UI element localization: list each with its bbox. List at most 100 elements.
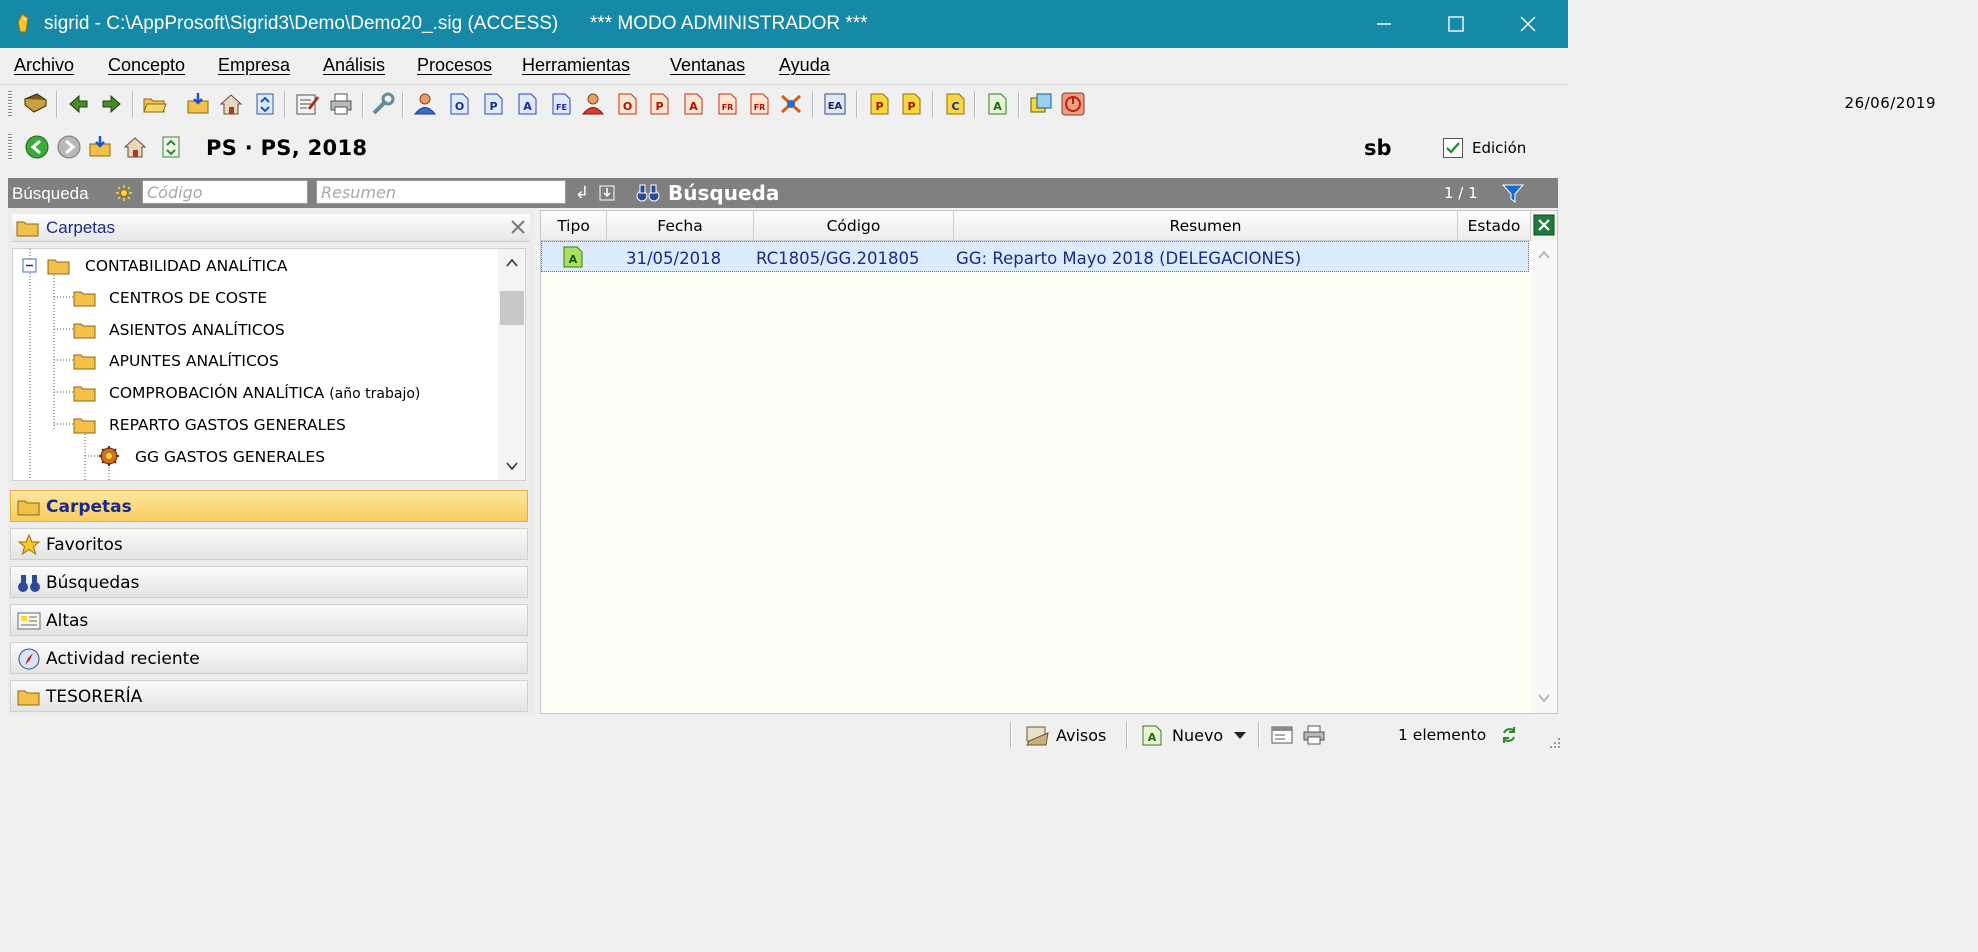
menu-empresa[interactable]: Empresa (218, 55, 290, 76)
refresh-icon[interactable] (1500, 725, 1518, 745)
collapse-icon[interactable] (22, 258, 38, 274)
folder-icon (17, 500, 40, 516)
doc-o-red-icon[interactable]: O (614, 91, 640, 117)
tree-scrollbar[interactable] (498, 249, 525, 480)
menu-ventanas[interactable]: Ventanas (670, 55, 745, 76)
notices-icon[interactable] (1024, 723, 1050, 747)
doc-a-blue-icon[interactable]: A (514, 91, 540, 117)
doc-p-yellow2-icon[interactable]: P (898, 91, 924, 117)
nav-busquedas[interactable]: Búsquedas (10, 566, 528, 598)
close-panel-icon[interactable] (510, 219, 526, 235)
binoculars-icon (18, 575, 40, 592)
new-doc-icon[interactable]: A (1140, 723, 1164, 747)
cell-resumen: GG: Reparto Mayo 2018 (DELEGACIONES) (956, 249, 1302, 268)
scroll-up-icon[interactable] (505, 257, 519, 269)
tree-node-contabilidad[interactable]: CONTABILIDAD ANALÍTICA (85, 257, 288, 275)
menu-analisis[interactable]: Análisis (323, 55, 385, 76)
enter-icon[interactable]: ↲ (575, 183, 589, 203)
notices-label[interactable]: Avisos (1056, 726, 1106, 745)
edit-document-icon[interactable] (294, 91, 320, 117)
doc-p-blue-icon[interactable]: P (480, 91, 506, 117)
export-excel-button[interactable] (1531, 211, 1557, 241)
print-icon[interactable] (1302, 724, 1326, 746)
forward-circle-icon[interactable] (56, 134, 82, 160)
doc-fr2-red-icon[interactable]: FR (746, 91, 772, 117)
search-title: Búsqueda (668, 181, 780, 205)
menu-ayuda[interactable]: Ayuda (779, 55, 830, 76)
tree-node-asientos[interactable]: ASIENTOS ANALÍTICOS (109, 321, 285, 339)
tree-node-apuntes[interactable]: APUNTES ANALÍTICOS (109, 352, 279, 370)
close-button[interactable] (1492, 0, 1564, 48)
nav-actividad-label: Actividad reciente (46, 649, 200, 669)
open-folder-icon[interactable] (142, 91, 168, 117)
refresh-page-icon[interactable] (252, 91, 278, 117)
folder-icon (73, 323, 96, 339)
doc-c-yellow-icon[interactable]: C (942, 91, 968, 117)
scroll-down-icon[interactable] (505, 460, 519, 472)
users-icon[interactable] (412, 91, 438, 117)
nav-altas[interactable]: Altas (10, 604, 528, 636)
windows-icon[interactable] (1028, 91, 1054, 117)
tools-icon[interactable] (370, 91, 396, 117)
menu-herramientas[interactable]: Herramientas (522, 55, 630, 76)
forward-icon[interactable] (98, 91, 124, 117)
window-icon[interactable] (1270, 724, 1294, 746)
col-header-fecha[interactable]: Fecha (607, 211, 754, 241)
doc-ea-icon[interactable]: EA (822, 91, 848, 117)
tree-node-reparto[interactable]: REPARTO GASTOS GENERALES (109, 416, 346, 434)
resize-grip-icon[interactable] (1546, 734, 1562, 750)
col-header-codigo[interactable]: Código (754, 211, 954, 241)
import-folder-icon-2[interactable] (88, 134, 114, 160)
col-header-resumen[interactable]: Resumen (954, 211, 1458, 241)
new-label[interactable]: Nuevo (1172, 726, 1223, 745)
grid-scrollbar[interactable] (1531, 241, 1557, 713)
svg-text:P: P (907, 100, 915, 113)
back-circle-icon[interactable] (24, 134, 50, 160)
toolbar2-grip[interactable] (8, 134, 12, 161)
table-row[interactable]: A 31/05/2018 RC1805/GG.201805 GG: Repart… (541, 241, 1529, 272)
home-icon-2[interactable] (122, 134, 148, 160)
tree-node-comprobacion[interactable]: COMPROBACIÓN ANALÍTICA (año trabajo) (109, 384, 420, 402)
doc-a-green-icon[interactable]: A (984, 91, 1010, 117)
col-header-estado[interactable]: Estado (1458, 211, 1531, 241)
minimize-button[interactable] (1348, 0, 1420, 48)
tree-scroll-thumb[interactable] (500, 291, 524, 325)
menu-archivo[interactable]: Archivo (14, 55, 74, 76)
summary-search-input[interactable]: Resumen (316, 180, 566, 204)
doc-a-red-icon[interactable]: A (680, 91, 706, 117)
maximize-button[interactable] (1420, 0, 1492, 48)
refresh-icon[interactable] (158, 134, 184, 160)
clients-icon[interactable] (580, 91, 606, 117)
sun-icon[interactable] (116, 185, 132, 201)
nav-favoritos[interactable]: Favoritos (10, 528, 528, 560)
toolbar-grip[interactable] (8, 91, 12, 118)
power-icon[interactable] (1060, 91, 1086, 117)
doc-fe-blue-icon[interactable]: FE (548, 91, 574, 117)
code-search-input[interactable]: Código (142, 180, 308, 204)
doc-p-red-icon[interactable]: P (646, 91, 672, 117)
import-folder-icon[interactable] (186, 91, 212, 117)
menu-procesos[interactable]: Procesos (417, 55, 492, 76)
book-icon[interactable] (22, 91, 48, 117)
print-icon[interactable] (328, 91, 354, 117)
form-icon (17, 612, 41, 630)
back-icon[interactable] (66, 91, 92, 117)
tree-node-centros[interactable]: CENTROS DE COSTE (109, 289, 267, 307)
doc-o-blue-icon[interactable]: O (446, 91, 472, 117)
filter-icon[interactable] (1502, 183, 1524, 203)
col-header-tipo[interactable]: Tipo (541, 211, 607, 241)
home-icon[interactable] (218, 91, 244, 117)
scroll-up-icon[interactable] (1537, 249, 1551, 261)
tree-node-gg[interactable]: GG GASTOS GENERALES (135, 448, 325, 466)
download-icon[interactable] (599, 185, 615, 201)
scroll-down-icon[interactable] (1537, 692, 1551, 704)
transfer-icon[interactable] (778, 91, 804, 117)
edit-checkbox[interactable] (1443, 138, 1463, 158)
nav-tesoreria[interactable]: TESORERÍA (10, 680, 528, 712)
nav-actividad[interactable]: Actividad reciente (10, 642, 528, 674)
doc-p-yellow-icon[interactable]: P (866, 91, 892, 117)
menu-concepto[interactable]: Concepto (108, 55, 185, 76)
doc-fr-red-icon[interactable]: FR (714, 91, 740, 117)
nav-carpetas[interactable]: Carpetas (10, 490, 528, 522)
dropdown-icon[interactable] (1233, 730, 1247, 740)
